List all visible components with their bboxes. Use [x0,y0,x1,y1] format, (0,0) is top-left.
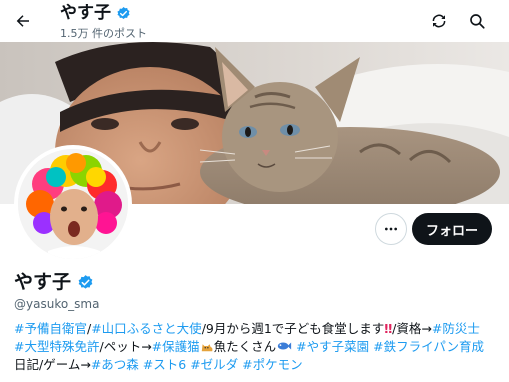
rainbow-afro-avatar [18,149,128,259]
profile-avatar[interactable] [14,145,132,263]
hashtag-link[interactable]: #大型特殊免許 [14,339,99,354]
search-button[interactable] [466,10,488,32]
hashtag-link[interactable]: #スト6 [143,357,186,372]
hashtag-link[interactable]: #防災士 [432,321,480,336]
bio-text: /9月から週1で子ども食堂します [201,321,385,336]
hashtag-link[interactable]: #やす子菜園 [296,339,369,354]
hashtag-link[interactable]: #保護猫 [152,339,200,354]
bio-text: /資格→ [392,321,432,336]
hashtag-link[interactable]: #予備自衛官 [14,321,87,336]
verified-badge-icon [117,6,130,19]
search-icon [470,14,485,29]
arrow-left-icon [16,15,29,27]
hashtag-link[interactable]: #ゼルダ [190,357,238,372]
bio-line-2: #大型特殊免許/ペット→#保護猫 魚たくさん #やす子菜園 #鉄フライパン育成 [14,338,504,356]
hashtag-link[interactable]: #鉄フライパン育成 [373,339,484,354]
bio-line-3: 日記/ゲーム→#あつ森 #スト6 #ゼルダ #ポケモン [14,356,504,374]
bio-line-1: #予備自衛官/#山口ふるさと大使/9月から週1で子ども食堂します‼/資格→#防災… [14,320,504,338]
follow-button[interactable]: フォロー [412,213,492,245]
bio-text: /ペット→ [99,339,152,354]
refresh-button[interactable] [428,10,450,32]
back-button[interactable] [10,8,36,34]
profile-bio: #予備自衛官/#山口ふるさと大使/9月から週1で子ども食堂します‼/資格→#防災… [14,320,504,374]
double-exclamation-icon: ‼ [384,321,393,336]
profile-name-row: やす子 [14,270,94,294]
refresh-icon [432,14,446,28]
more-options-button[interactable] [375,213,407,245]
bio-text: 日記/ゲーム→ [14,357,91,372]
header-title-group: やす子 1.5万 件のポスト [60,3,147,41]
verified-badge-icon[interactable] [77,274,94,291]
bio-text: 魚たくさん [213,339,277,354]
posts-count: 1.5万 件のポスト [60,27,147,40]
hashtag-link[interactable]: #ポケモン [242,357,302,372]
more-horizontal-icon [385,227,397,231]
display-name: やす子 [14,271,72,293]
header-title: やす子 [60,3,111,23]
top-bar: やす子 1.5万 件のポスト [0,0,509,42]
fish-emoji-icon [277,342,292,350]
user-handle: @yasuko_sma [14,297,100,311]
hashtag-link[interactable]: #あつ森 [91,357,139,372]
hashtag-link[interactable]: #山口ふるさと大使 [91,321,201,336]
cat-emoji-icon [201,344,213,352]
avatar-image [18,149,128,259]
